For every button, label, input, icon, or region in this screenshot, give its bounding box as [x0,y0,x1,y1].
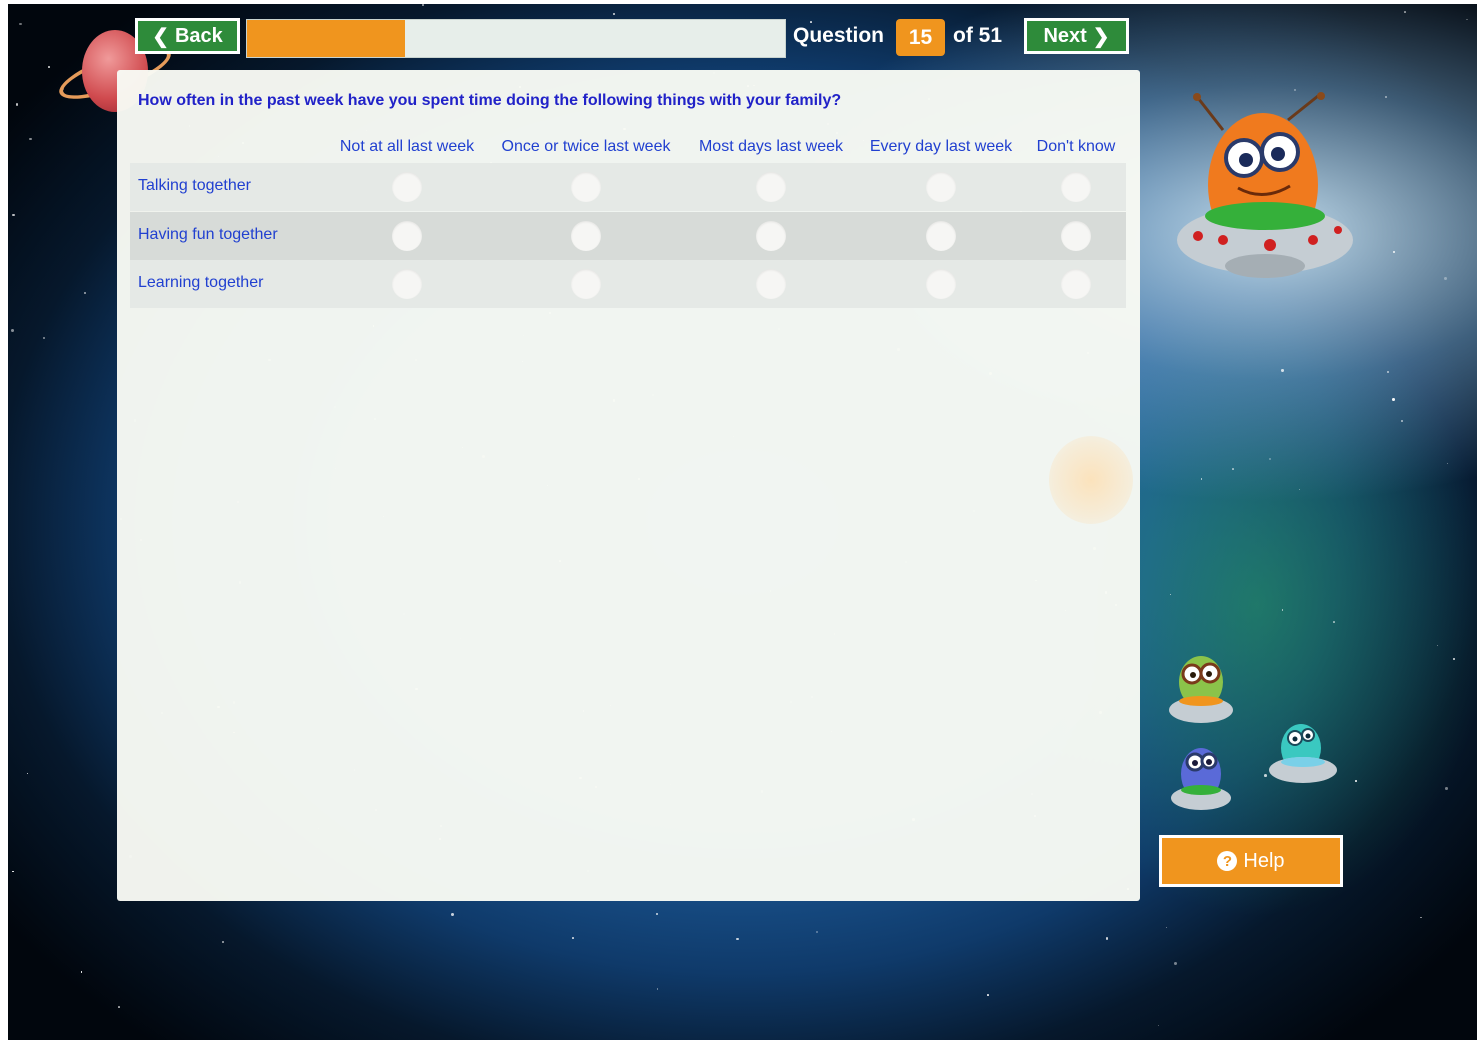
chevron-left-icon: ❮ [152,25,169,48]
star-decoration [810,21,813,24]
star-decoration [19,22,22,25]
star-decoration [1174,962,1178,966]
progress-bar [246,19,786,58]
star-decoration [1157,1025,1159,1027]
star-decoration [1269,458,1272,461]
star-decoration [736,937,739,940]
radio-talking-not-at-all[interactable] [392,172,422,202]
star-decoration [1445,787,1448,790]
radio-fun-not-at-all[interactable] [392,221,422,251]
star-decoration [12,870,14,873]
star-decoration [1105,937,1108,940]
radio-talking-most-days[interactable] [756,172,786,202]
star-decoration [1298,488,1301,491]
radio-learning-every-day[interactable] [926,269,956,299]
orange-alien-ufo-illustration [1177,92,1353,278]
radio-learning-not-at-all[interactable] [392,269,422,299]
radio-learning-dont-know[interactable] [1061,269,1091,299]
star-decoration [1170,594,1172,596]
back-button-label: Back [174,24,223,47]
star-decoration [1404,11,1406,13]
star-decoration [571,937,574,939]
question-panel: How often in the past week have you spen… [117,70,1140,901]
column-header-not-at-all: Not at all last week [339,138,475,155]
radio-talking-once-or-twice[interactable] [571,172,601,202]
row-label-talking-together: Talking together [138,177,251,194]
progress-bar-fill [247,20,406,57]
star-decoration [10,329,14,333]
star-decoration [451,913,455,917]
star-decoration [1447,463,1449,465]
star-decoration [1232,468,1234,471]
radio-fun-every-day[interactable] [926,221,956,251]
column-header-every-day: Every day last week [869,138,1013,155]
table-row: Talking together [130,163,1126,211]
teal-alien-ufo-illustration [1269,724,1337,783]
star-decoration [656,912,659,915]
star-decoration [656,988,658,990]
star-decoration [48,66,50,69]
back-button[interactable]: ❮ Back [135,18,240,54]
star-decoration [83,291,86,294]
star-decoration [1465,18,1468,21]
blue-alien-ufo-illustration [1171,748,1231,810]
star-decoration [422,4,425,6]
star-decoration [26,772,28,775]
star-decoration [1387,371,1389,373]
star-decoration [1200,477,1203,480]
star-decoration [815,931,818,934]
star-decoration [1436,645,1438,647]
radio-talking-dont-know[interactable] [1061,172,1091,202]
column-header-dont-know: Don't know [1036,138,1116,155]
question-label: Question [793,24,885,47]
help-button[interactable]: ? Help [1159,835,1343,887]
star-decoration [12,213,15,217]
star-decoration [81,971,83,973]
column-header-most-days: Most days last week [698,138,844,155]
sun-glow-decoration [1049,436,1133,524]
radio-fun-once-or-twice[interactable] [571,221,601,251]
star-decoration [1444,276,1448,280]
question-prompt: How often in the past week have you spen… [138,92,842,109]
star-decoration [1384,96,1387,99]
question-number-badge: 15 [896,19,945,56]
star-decoration [1281,369,1284,372]
star-decoration [1281,609,1284,612]
star-decoration [29,137,32,141]
chevron-right-icon: ❯ [1092,25,1110,48]
row-label-learning-together: Learning together [138,274,264,291]
star-decoration [43,337,46,340]
star-decoration [1166,927,1168,929]
radio-learning-most-days[interactable] [756,269,786,299]
next-button[interactable]: Next ❯ [1024,18,1129,54]
star-decoration [1392,397,1395,401]
star-decoration [1400,419,1404,423]
green-alien-ufo-illustration [1169,656,1233,723]
help-button-label: Help [1243,849,1285,872]
star-decoration [1453,658,1456,661]
star-decoration [1333,621,1335,623]
next-button-label: Next [1043,24,1087,47]
question-circle-icon: ? [1217,851,1238,871]
column-header-once-or-twice: Once or twice last week [501,138,671,155]
star-decoration [1419,916,1422,919]
star-decoration [1393,251,1395,253]
table-row: Having fun together [130,212,1126,260]
star-decoration [1354,780,1357,783]
star-decoration [221,941,224,944]
table-row: Learning together [130,260,1126,308]
star-decoration [118,1005,121,1008]
star-decoration [986,993,989,996]
row-label-having-fun-together: Having fun together [138,226,278,243]
radio-talking-every-day[interactable] [926,172,956,202]
radio-learning-once-or-twice[interactable] [571,269,601,299]
star-decoration [15,102,19,106]
radio-fun-most-days[interactable] [756,221,786,251]
question-total: of 51 [953,24,1003,47]
star-decoration [613,12,616,15]
radio-fun-dont-know[interactable] [1061,221,1091,251]
